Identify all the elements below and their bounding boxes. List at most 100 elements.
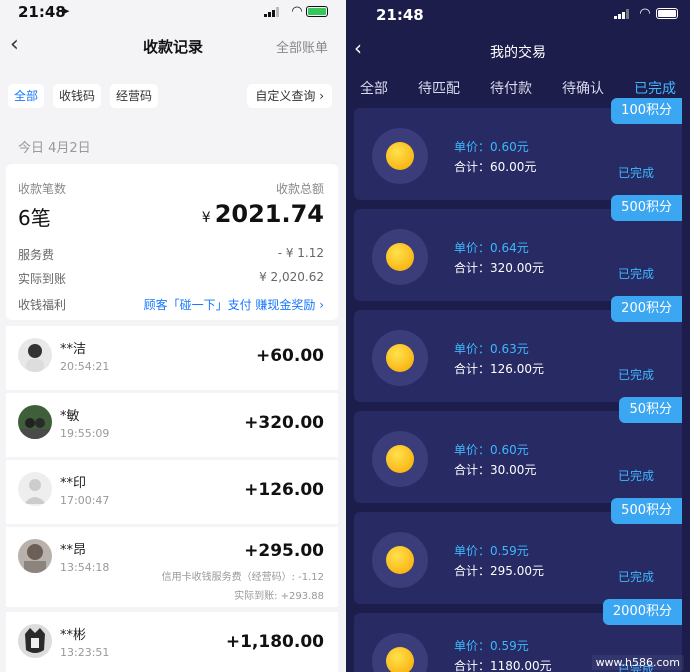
total-price: 合计：320.00元 — [454, 261, 544, 275]
my-trades-screen: 21:48 ◠ ‹ 我的交易 全部 待匹配 待付款 待确认 已完成 100积分 … — [346, 0, 690, 672]
payer-name: **印 — [60, 476, 87, 491]
actual-label: 实际到账 — [18, 272, 67, 286]
count-value: 6笔 — [18, 206, 51, 230]
unit-price: 单价：0.60元 — [454, 140, 529, 154]
date-header: 今日 4月2日 — [18, 141, 91, 156]
filter-all[interactable]: 全部 — [8, 84, 45, 108]
points-badge: 500积分 — [611, 498, 682, 524]
location-arrow-icon: ➤ — [60, 4, 71, 18]
coin-icon — [372, 330, 428, 386]
payment-time: 19:55:09 — [60, 427, 110, 440]
nav-bar: ‹ 收款记录 全部账单 — [0, 28, 346, 64]
benefit-row: 收钱福利 顾客「碰一下」支付 赚现金奖励 › — [18, 296, 324, 314]
actual-value: ¥ 2,020.62 — [259, 270, 324, 284]
points-badge: 500积分 — [611, 195, 682, 221]
all-bills-link[interactable]: 全部账单 — [276, 37, 328, 56]
unit-price: 单价：0.63元 — [454, 342, 529, 356]
battery-icon — [656, 8, 678, 19]
points-badge: 2000积分 — [602, 599, 682, 625]
points-badge: 200积分 — [611, 296, 682, 322]
trade-card[interactable]: 500积分 单价：0.64元 合计：320.00元 已完成 — [354, 195, 682, 301]
status-time: 21:48 — [376, 6, 424, 24]
tab-pending-confirm[interactable]: 待确认 — [562, 78, 604, 98]
benefit-link[interactable]: 顾客「碰一下」支付 赚现金奖励 › — [144, 296, 324, 313]
trade-card[interactable]: 50积分 单价：0.60元 合计：30.00元 已完成 — [354, 397, 682, 503]
payment-amount: +60.00 — [255, 346, 324, 366]
page-title: 我的交易 — [490, 45, 546, 61]
cellular-signal-icon — [614, 9, 629, 19]
trade-status: 已完成 — [617, 469, 654, 483]
tab-completed[interactable]: 已完成 — [634, 78, 676, 98]
currency-symbol: ¥ — [201, 210, 211, 226]
total-amount: ¥2021.74 — [202, 200, 324, 228]
coin-icon — [372, 128, 428, 184]
tab-pending-payment[interactable]: 待付款 — [490, 78, 532, 98]
payment-amount: +320.00 — [244, 413, 324, 433]
wifi-icon: ◠ — [292, 4, 302, 19]
trade-card[interactable]: 500积分 单价：0.59元 合计：295.00元 已完成 — [354, 498, 682, 604]
tab-pending-match[interactable]: 待匹配 — [418, 78, 460, 98]
service-fee-label: 服务费 — [18, 248, 55, 262]
total-price: 合计：30.00元 — [454, 463, 537, 477]
transaction-row[interactable]: **昂 13:54:18 +295.00 信用卡收钱服务费（经营码）: -1.1… — [6, 527, 338, 607]
avatar — [18, 539, 52, 573]
trade-card[interactable]: 200积分 单价：0.63元 合计：126.00元 已完成 — [354, 296, 682, 402]
fee-note: 信用卡收钱服务费（经营码）: -1.12 — [161, 572, 324, 583]
status-bar: 21:48 ➤ ◠ — [0, 0, 346, 26]
coin-icon — [372, 532, 428, 588]
filter-chips: 全部 收钱码 经营码 自定义查询 › — [0, 84, 346, 110]
payer-name: **洁 — [60, 342, 87, 357]
tab-all[interactable]: 全部 — [360, 78, 388, 98]
unit-price: 单价：0.60元 — [454, 443, 529, 457]
payer-name: *敏 — [60, 409, 80, 424]
payer-name: **昂 — [60, 543, 87, 558]
filter-qr-money[interactable]: 收钱码 — [53, 84, 102, 108]
status-time: 21:48 — [18, 3, 66, 21]
payment-records-screen: 21:48 ➤ ◠ ‹ 收款记录 全部账单 全部 收钱码 经营码 自定义查询 ›… — [0, 0, 346, 672]
actual-received-note: 实际到账: +293.88 — [234, 591, 324, 602]
transaction-row[interactable]: **印 17:00:47 +126.00 — [6, 460, 338, 524]
filter-business-code[interactable]: 经营码 — [110, 84, 159, 108]
default-avatar-icon — [18, 472, 52, 506]
transaction-row[interactable]: **洁 20:54:21 +60.00 — [6, 326, 338, 390]
watermark: www.h586.com — [591, 655, 684, 670]
total-price: 合计：126.00元 — [454, 362, 544, 376]
payment-time: 13:54:18 — [60, 561, 110, 574]
unit-price: 单价：0.59元 — [454, 639, 529, 653]
total-value: 2021.74 — [214, 200, 324, 228]
count-label: 收款笔数 — [18, 182, 67, 196]
summary-card: 收款笔数 收款总额 6笔 ¥2021.74 服务费 - ¥ 1.12 实际到账 … — [6, 164, 338, 320]
total-price: 合计：60.00元 — [454, 160, 537, 174]
payer-name: **彬 — [60, 628, 87, 643]
total-label: 收款总额 — [275, 182, 324, 196]
avatar — [18, 338, 52, 372]
trade-status: 已完成 — [617, 267, 654, 281]
payment-amount: +1,180.00 — [225, 632, 324, 652]
total-price: 合计：295.00元 — [454, 564, 544, 578]
coin-icon — [372, 633, 428, 672]
trade-status: 已完成 — [617, 570, 654, 584]
payment-amount: +126.00 — [244, 480, 324, 500]
nav-bar: ‹ 我的交易 — [346, 34, 690, 66]
points-badge: 100积分 — [611, 98, 682, 124]
payment-time: 13:23:51 — [60, 646, 110, 659]
service-fee-value: - ¥ 1.12 — [277, 246, 324, 260]
service-fee-row: 服务费 - ¥ 1.12 — [18, 246, 324, 264]
payment-time: 17:00:47 — [60, 494, 110, 507]
total-price: 合计：1180.00元 — [454, 659, 552, 672]
custom-query-button[interactable]: 自定义查询 › — [247, 84, 332, 108]
trade-status: 已完成 — [617, 166, 654, 180]
avatar — [18, 405, 52, 439]
points-badge: 50积分 — [619, 397, 682, 423]
battery-icon — [306, 6, 328, 17]
transaction-row[interactable]: **彬 13:23:51 +1,180.00 — [6, 612, 338, 672]
payment-time: 20:54:21 — [60, 360, 110, 373]
cellular-signal-icon — [264, 7, 279, 17]
trade-status: 已完成 — [617, 368, 654, 382]
coin-icon — [372, 229, 428, 285]
transaction-row[interactable]: *敏 19:55:09 +320.00 — [6, 393, 338, 457]
payment-amount: +295.00 — [244, 541, 324, 561]
trade-card[interactable]: 100积分 单价：0.60元 合计：60.00元 已完成 — [354, 98, 682, 200]
benefit-label: 收钱福利 — [18, 298, 67, 312]
wifi-icon: ◠ — [640, 6, 650, 21]
